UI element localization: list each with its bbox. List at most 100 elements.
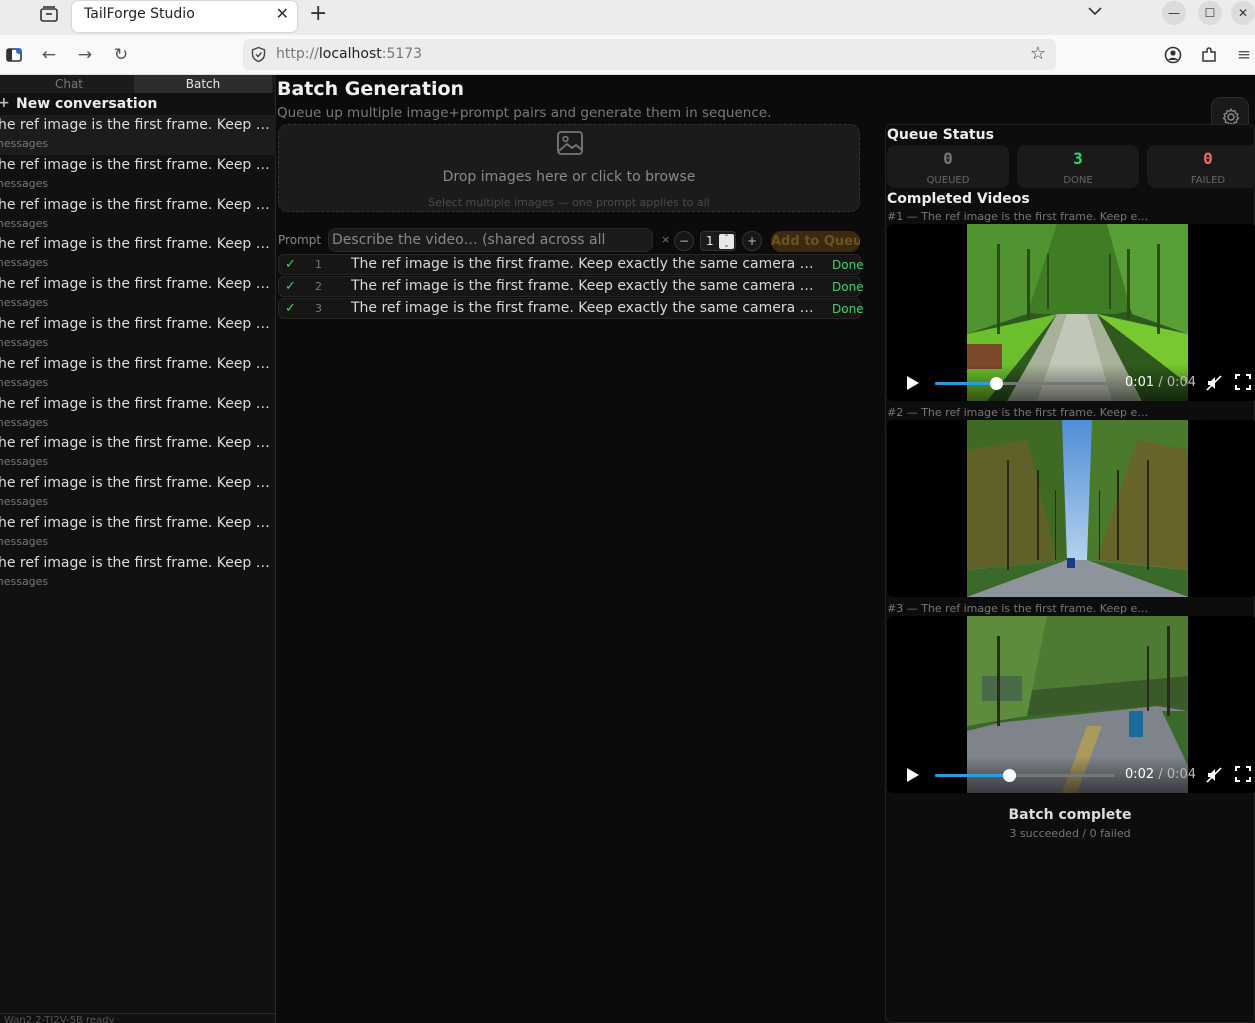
batch-complete-title: Batch complete: [1008, 807, 1132, 823]
conversation-meta: messages: [0, 256, 49, 270]
video-player[interactable]: 0:01 / 0:04: [887, 224, 1255, 401]
mute-icon[interactable]: [1205, 374, 1223, 392]
conversation-title: he ref image is the first frame. Keep ex…: [0, 554, 274, 571]
stat-failed: 0 FAILED: [1147, 145, 1255, 188]
conversation-title: he ref image is the first frame. Keep ex…: [0, 156, 274, 173]
completed-videos-title: Completed Videos: [887, 191, 1030, 207]
queue-item-status: Done: [832, 258, 864, 272]
forward-icon[interactable]: →: [75, 45, 95, 65]
conversation-item[interactable]: he ref image is the first frame. Keep ex…: [0, 155, 276, 195]
conversation-item[interactable]: he ref image is the first frame. Keep ex…: [0, 394, 276, 434]
tab-chat[interactable]: Chat: [0, 75, 138, 93]
conversation-item[interactable]: he ref image is the first frame. Keep ex…: [0, 195, 276, 235]
maximize-icon[interactable]: ☐: [1198, 1, 1222, 25]
seek-bar[interactable]: [935, 769, 1115, 782]
conversation-item[interactable]: he ref image is the first frame. Keep ex…: [0, 473, 276, 513]
conversation-title: he ref image is the first frame. Keep ex…: [0, 276, 274, 293]
conversation-meta: messages: [0, 137, 49, 150]
tab-overview-icon[interactable]: [38, 5, 60, 23]
queue-item[interactable]: ✓ 3 The ref image is the first frame. Keep…: [278, 298, 864, 319]
list-tabs-chevron-icon[interactable]: [1087, 3, 1103, 19]
model-status: Wan2.2-TI2V-5B ready: [0, 1013, 276, 1023]
browser-tab[interactable]: TailForge Studio ✕: [72, 1, 297, 32]
fullscreen-icon[interactable]: [1235, 374, 1251, 390]
seek-knob[interactable]: [1002, 769, 1016, 782]
queue-item-number: 3: [315, 302, 322, 315]
decrement-count-button[interactable]: −: [674, 231, 694, 251]
spinner-icon[interactable]: ⌃ ⌄: [719, 234, 734, 249]
conversation-item[interactable]: he ref image is the first frame. Keep ex…: [0, 513, 276, 553]
stat-queued-value: 0: [943, 149, 953, 168]
reload-icon[interactable]: ↻: [111, 45, 131, 65]
conversation-title: he ref image is the first frame. Keep ex…: [0, 435, 274, 452]
queue-item-prompt: The ref image is the first frame. Keep e…: [351, 278, 819, 294]
url-bar[interactable]: http://localhost:5173 ☆: [243, 39, 1056, 70]
prompt-input[interactable]: Describe the video… (shared across all i…: [328, 228, 653, 270]
stat-failed-value: 0: [1203, 149, 1213, 168]
add-to-queue-button[interactable]: Add to Queue: [771, 231, 860, 252]
new-tab-icon[interactable]: +: [309, 1, 327, 26]
tab-batch[interactable]: Batch: [134, 75, 272, 93]
image-icon: [557, 131, 583, 155]
count-input[interactable]: 1 ⌃ ⌄: [700, 231, 736, 251]
play-icon[interactable]: [907, 376, 919, 390]
close-window-icon[interactable]: ✕: [1231, 1, 1255, 25]
stat-queued-label: QUEUED: [926, 175, 970, 186]
queue-item-status: Done: [832, 302, 864, 316]
increment-count-button[interactable]: +: [742, 231, 762, 251]
play-icon[interactable]: [907, 768, 919, 782]
queue-item-status: Done: [832, 280, 864, 294]
video-thumbnail: [967, 420, 1188, 597]
dropzone-subtext: Select multiple images — one prompt appl…: [428, 196, 710, 209]
conversation-title: he ref image is the first frame. Keep ex…: [0, 117, 274, 133]
browser-tab-title: TailForge Studio: [84, 6, 195, 22]
mute-icon[interactable]: [1205, 766, 1223, 784]
queue-item[interactable]: ✓ 2 The ref image is the first frame. Keep…: [278, 276, 864, 297]
extensions-icon[interactable]: [1199, 45, 1219, 65]
account-icon[interactable]: [1163, 45, 1183, 65]
conversation-meta: messages: [0, 216, 49, 230]
clear-prompt-icon[interactable]: ×: [661, 233, 670, 246]
conversation-title: he ref image is the first frame. Keep ex…: [0, 514, 274, 531]
conversation-item[interactable]: he ref image is the first frame. Keep ex…: [0, 354, 276, 394]
video-controls: 0:01 / 0:04: [887, 364, 1255, 401]
queue-item-number: 2: [315, 280, 322, 293]
video-player[interactable]: [887, 420, 1255, 597]
seek-fill: [935, 774, 1009, 777]
conversation-meta: messages: [0, 296, 49, 310]
conversation-meta: messages: [0, 415, 49, 429]
sidebar-toggle-icon[interactable]: [4, 45, 24, 65]
conversation-meta: messages: [0, 335, 49, 349]
bookmark-star-icon[interactable]: ☆: [1030, 43, 1046, 64]
conversation-item[interactable]: he ref image is the first frame. Keep ex…: [0, 314, 276, 354]
back-icon[interactable]: ←: [39, 45, 59, 65]
conversation-item[interactable]: he ref image is the first frame. Keep ex…: [0, 433, 276, 473]
fullscreen-icon[interactable]: [1235, 766, 1251, 782]
queue-item-prompt: The ref image is the first frame. Keep e…: [351, 256, 819, 272]
new-conversation-button[interactable]: + New conversation: [0, 95, 276, 115]
browser-nav-bar: ← → ↻ http://localhost:5173 ☆ ≡: [0, 35, 1255, 75]
conversation-item[interactable]: he ref image is the first frame. Keep ex…: [0, 234, 276, 274]
close-tab-icon[interactable]: ✕: [276, 4, 289, 23]
page-subtitle: Queue up multiple image+prompt pairs and…: [277, 105, 772, 121]
conversation-item[interactable]: he ref image is the first frame. Keep ex…: [0, 553, 276, 593]
queue-status-panel: Queue Status 0 QUEUED 3 DONE 0 FAILED Co…: [885, 124, 1255, 1023]
seek-knob[interactable]: [990, 377, 1004, 390]
video-player[interactable]: 0:02 / 0:04: [887, 616, 1255, 793]
seek-bar[interactable]: [935, 377, 1115, 390]
stat-done: 3 DONE: [1017, 145, 1139, 188]
conversation-meta: messages: [0, 176, 49, 190]
seek-fill: [935, 382, 997, 385]
shield-icon[interactable]: [250, 46, 267, 63]
minimize-icon[interactable]: —: [1162, 1, 1186, 25]
conversation-item[interactable]: he ref image is the first frame. Keep ex…: [0, 274, 276, 314]
menu-icon[interactable]: ≡: [1234, 45, 1254, 65]
image-dropzone[interactable]: Drop images here or click to browse Sele…: [278, 124, 860, 212]
url-text: http://localhost:5173: [276, 46, 423, 62]
conversation-item[interactable]: he ref image is the first frame. Keep ex…: [0, 115, 276, 155]
video-caption: #1 — The ref image is the first frame. K…: [887, 210, 1149, 223]
stat-failed-label: FAILED: [1190, 175, 1226, 186]
video-controls: 0:02 / 0:04: [887, 756, 1255, 793]
queue-item[interactable]: ✓ 1 The ref image is the first frame. Keep…: [278, 254, 864, 275]
conversation-meta: messages: [0, 375, 49, 389]
